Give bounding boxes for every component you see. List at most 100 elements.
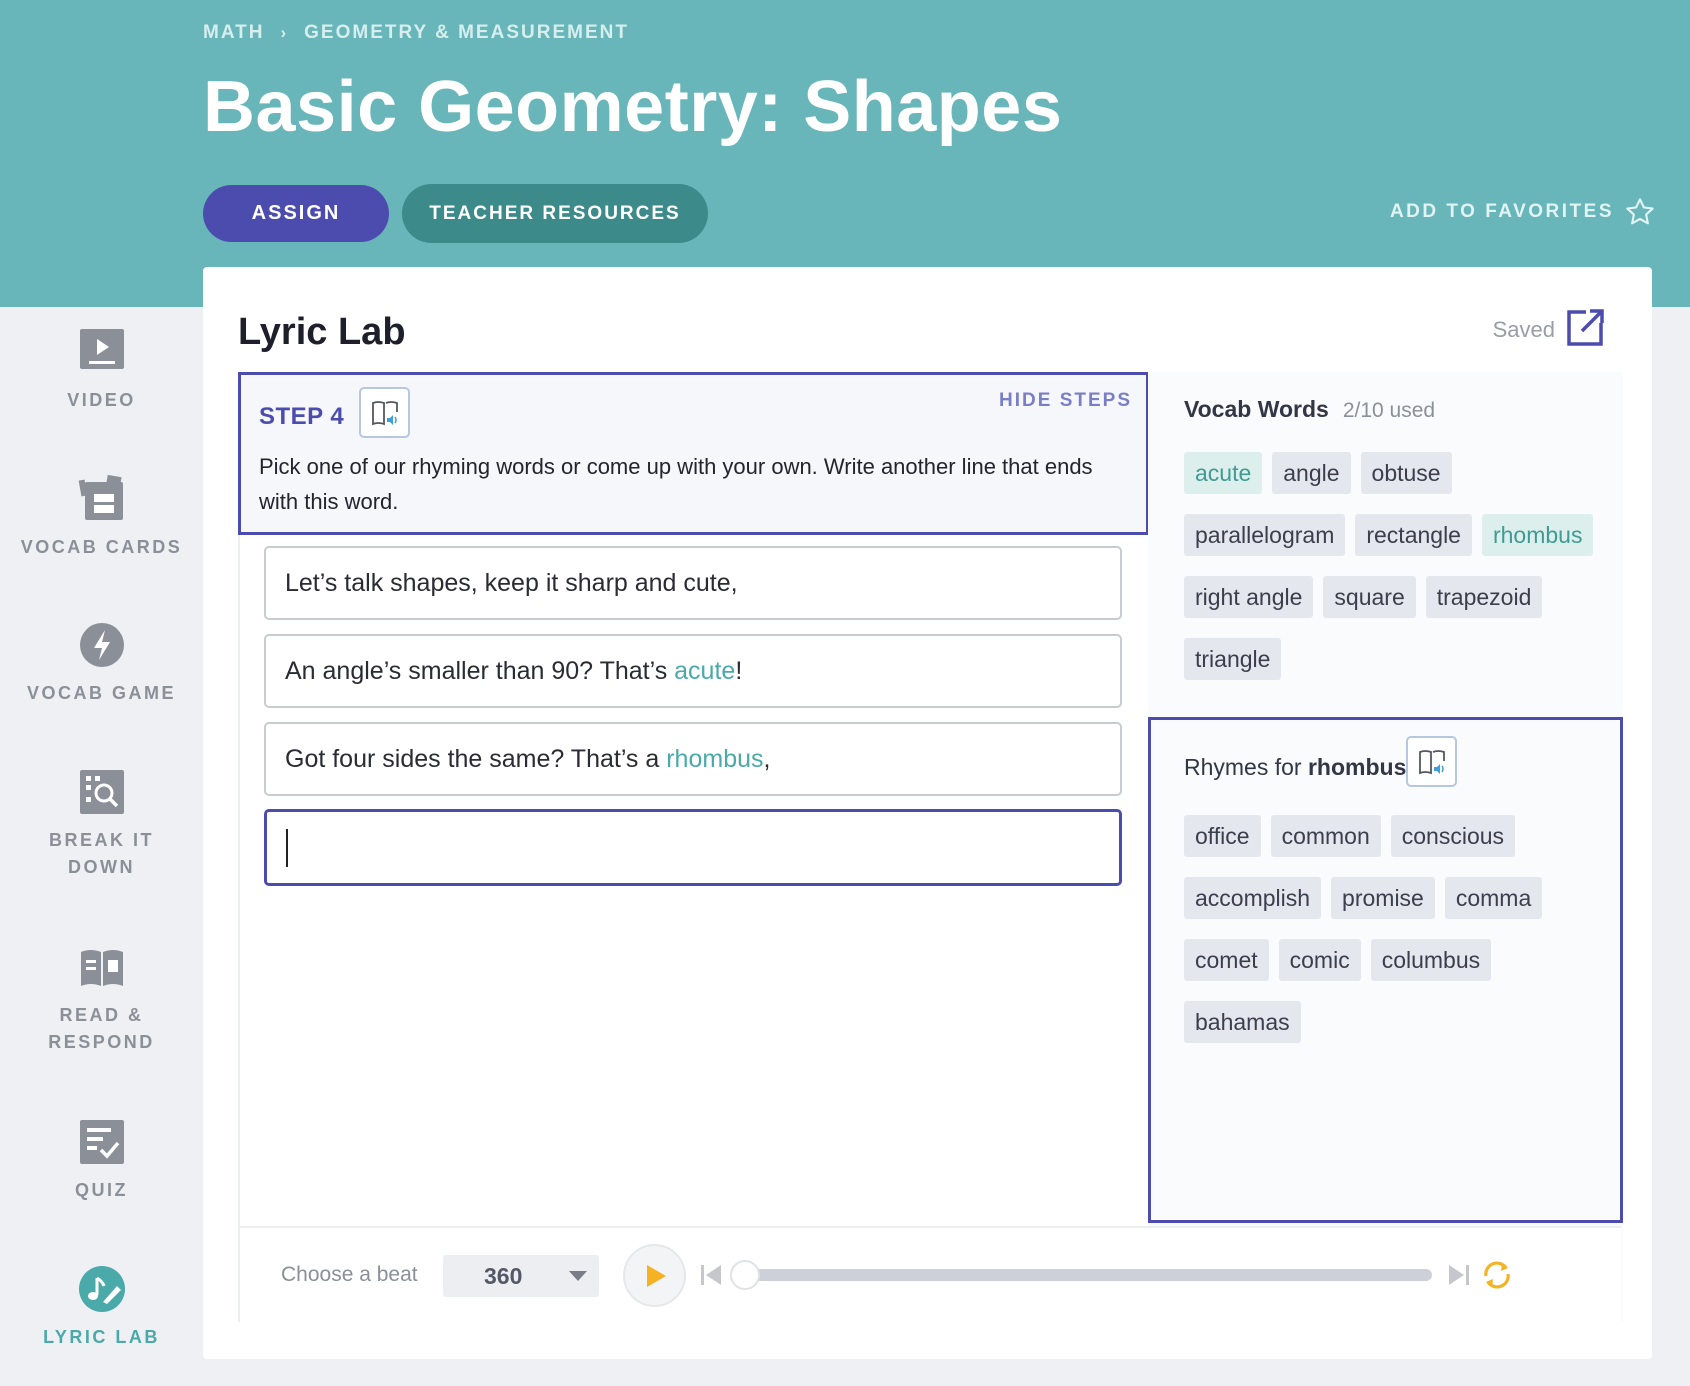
sidebar-label: BREAK IT DOWN [49, 830, 154, 877]
progress-knob[interactable] [730, 1260, 760, 1290]
sidebar-item-break-it-down[interactable]: BREAK IT DOWN [0, 767, 203, 881]
rhyme-word-chip[interactable]: columbus [1370, 939, 1492, 981]
magnify-icon [79, 770, 124, 814]
read-aloud-icon [1418, 749, 1445, 774]
hide-steps-link[interactable]: HIDE STEPS [999, 390, 1132, 412]
lyric-line-text: An angle’s smaller than 90? That’s [285, 656, 675, 685]
lyric-lab-card: Lyric Lab Saved STEP 4 HIDE STEPS Pick o… [203, 267, 1652, 1359]
assign-button[interactable]: ASSIGN [203, 185, 389, 242]
lyric-line-punct: ! [735, 656, 743, 685]
external-link-icon[interactable] [1566, 307, 1606, 347]
vocab-word-chip[interactable]: trapezoid [1425, 576, 1543, 618]
vocab-chip-list: acute angle obtuse parallelogram rectangle rh… [1184, 452, 1604, 680]
beat-label: Choose a beat [281, 1263, 418, 1286]
rhyme-word-chip[interactable]: common [1270, 815, 1381, 857]
favorites-label: ADD TO FAVORITES [1389, 201, 1614, 222]
rhyme-word-chip[interactable]: promise [1331, 877, 1435, 919]
lyric-workspace: STEP 4 HIDE STEPS Pick one of our rhymin… [238, 372, 1623, 1322]
vocab-word-chip[interactable]: rectangle [1355, 514, 1472, 556]
sidebar-item-read-respond[interactable]: READ & RESPOND [0, 942, 203, 1056]
header-banner: MATH › GEOMETRY & MEASUREMENT Basic Geom… [0, 0, 1690, 307]
book-icon [80, 950, 123, 986]
rhyme-word-chip[interactable]: office [1184, 815, 1261, 857]
breadcrumb: MATH › GEOMETRY & MEASUREMENT [203, 22, 629, 44]
lyric-line-punct: , [763, 744, 771, 773]
step-label: STEP 4 [259, 403, 345, 430]
rhyme-word-chip[interactable]: bahamas [1184, 1001, 1301, 1043]
sidebar-label: LYRIC LAB [43, 1327, 160, 1347]
beat-select[interactable]: 360 [443, 1255, 599, 1297]
rhymes-heading: Rhymes for rhombus [1184, 754, 1406, 781]
play-button[interactable] [623, 1244, 686, 1307]
rhyme-word-chip[interactable]: comet [1184, 939, 1269, 981]
vocab-word-chip[interactable]: rhombus [1481, 514, 1594, 556]
pen-music-icon [78, 1266, 125, 1312]
page-title: Basic Geometry: Shapes [203, 67, 1063, 147]
sidebar: VIDEO VOCAB CARDS VOCAB GAME BREAK IT DO… [0, 307, 203, 1386]
sidebar-item-vocab-cards[interactable]: VOCAB CARDS [0, 474, 203, 561]
vocab-title: Vocab Words [1184, 396, 1329, 422]
read-aloud-icon [371, 400, 398, 425]
vocab-word-chip[interactable]: right angle [1184, 576, 1314, 618]
rhyme-word-chip[interactable]: comma [1444, 877, 1543, 919]
lyric-line-input[interactable] [264, 809, 1122, 886]
rhymes-audio-button[interactable] [1406, 736, 1457, 787]
breadcrumb-separator: › [280, 23, 289, 42]
play-icon [646, 1264, 666, 1287]
card-title: Lyric Lab [238, 311, 406, 353]
vocab-word-highlight: rhombus [666, 744, 764, 773]
rhyme-chip-list: office common conscious accomplish promise co… [1184, 815, 1604, 1043]
sidebar-label: VIDEO [67, 390, 136, 410]
sidebar-item-quiz[interactable]: QUIZ [0, 1117, 203, 1204]
saved-status: Saved [1492, 317, 1555, 342]
video-icon [79, 329, 124, 369]
rhymes-panel: Rhymes for rhombus office common conscious… [1148, 717, 1623, 1223]
sidebar-item-vocab-game[interactable]: VOCAB GAME [0, 620, 203, 707]
step-instructions: Pick one of our rhyming words or come up… [259, 454, 1093, 514]
sidebar-label: VOCAB GAME [26, 683, 176, 703]
rhyme-word-chip[interactable]: comic [1278, 939, 1361, 981]
lyric-line-2[interactable]: An angle’s smaller than 90? That’s acute… [264, 634, 1122, 708]
vocab-word-chip[interactable]: parallelogram [1184, 514, 1346, 556]
chevron-down-icon [569, 1271, 587, 1281]
sidebar-item-video[interactable]: VIDEO [0, 327, 203, 414]
vocab-word-chip[interactable]: acute [1184, 452, 1263, 494]
breadcrumb-math[interactable]: MATH [203, 22, 264, 44]
beat-value: 360 [484, 1262, 523, 1289]
lightning-icon [79, 623, 124, 667]
sidebar-label: READ & RESPOND [48, 1005, 155, 1052]
lyric-line-1[interactable]: Let’s talk shapes, keep it sharp and cut… [264, 546, 1122, 620]
star-icon [1626, 198, 1654, 225]
quiz-icon [79, 1120, 124, 1164]
skip-forward-icon[interactable] [1447, 1263, 1471, 1287]
vocab-count: 2/10 used [1342, 399, 1436, 422]
lyric-line-3[interactable]: Got four sides the same? That’s a rhombu… [264, 722, 1122, 796]
step-panel: STEP 4 HIDE STEPS Pick one of our rhymin… [238, 372, 1149, 535]
vocab-word-chip[interactable]: square [1323, 576, 1416, 618]
rhyme-word-chip[interactable]: conscious [1390, 815, 1516, 857]
add-to-favorites[interactable]: ADD TO FAVORITES [1390, 196, 1656, 228]
lyric-line-text: Got four sides the same? That’s a [285, 744, 667, 773]
words-panel: Vocab Words 2/10 used acute angle obtuse par… [1148, 372, 1623, 1322]
sidebar-item-lyric-lab[interactable]: LYRIC LAB [0, 1264, 203, 1351]
text-caret [286, 828, 288, 867]
loop-icon[interactable] [1480, 1258, 1514, 1292]
vocab-word-chip[interactable]: obtuse [1360, 452, 1452, 494]
lyric-line-text: Let’s talk shapes, keep it sharp and cut… [285, 568, 738, 597]
vocab-cards-icon [78, 474, 123, 520]
vocab-word-chip[interactable]: angle [1272, 452, 1351, 494]
rhymes-word: rhombus [1307, 754, 1407, 780]
vocab-words-heading: Vocab Words 2/10 used [1184, 396, 1435, 423]
progress-track[interactable] [738, 1269, 1432, 1281]
skip-back-icon[interactable] [699, 1263, 723, 1287]
beat-player: Choose a beat 360 [240, 1226, 1621, 1322]
vocab-word-chip[interactable]: triangle [1184, 638, 1282, 680]
sidebar-label: QUIZ [75, 1180, 128, 1200]
rhyme-word-chip[interactable]: accomplish [1184, 877, 1322, 919]
rhymes-prefix: Rhymes for [1184, 754, 1302, 780]
vocab-word-highlight: acute [674, 656, 736, 685]
breadcrumb-geometry[interactable]: GEOMETRY & MEASUREMENT [304, 22, 629, 44]
teacher-resources-button[interactable]: TEACHER RESOURCES [402, 184, 708, 243]
step-audio-button[interactable] [359, 387, 410, 438]
sidebar-label: VOCAB CARDS [20, 537, 183, 557]
